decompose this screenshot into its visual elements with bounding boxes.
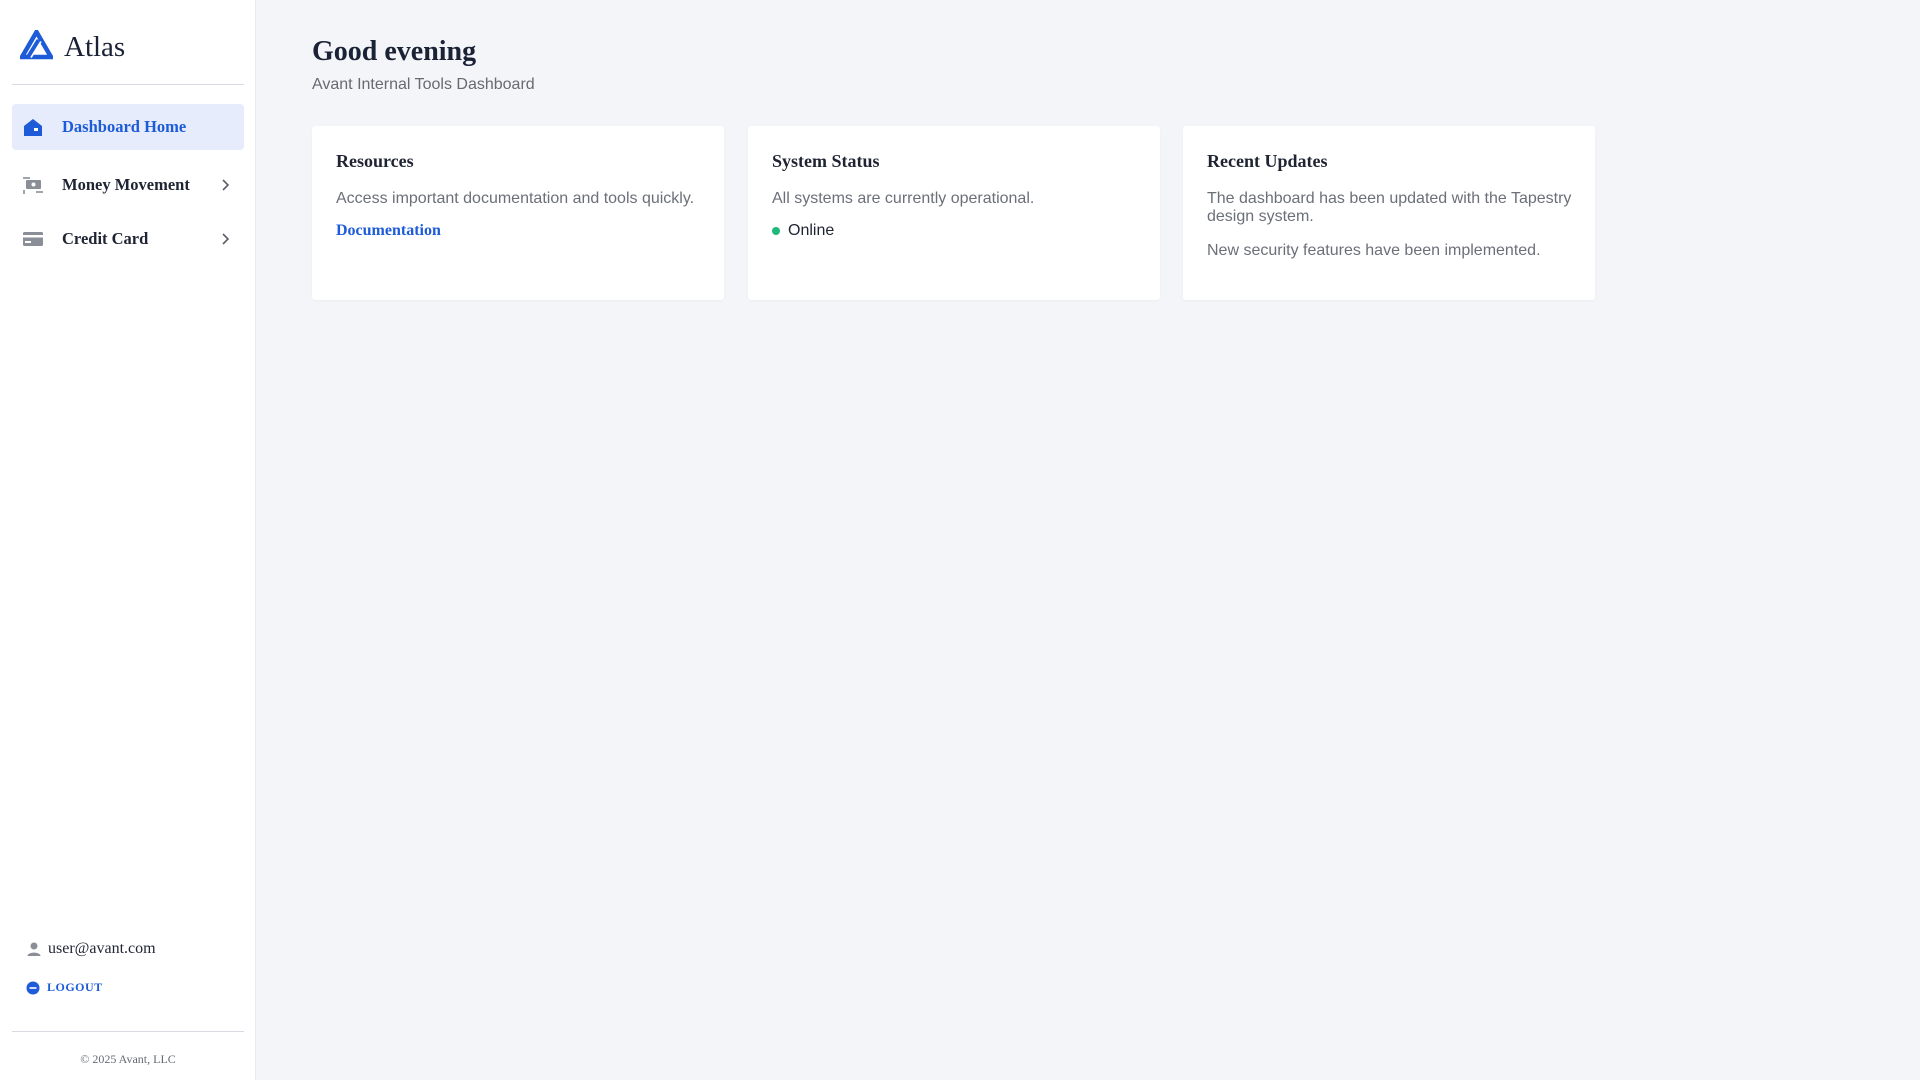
resources-card: Resources Access important documentation… (312, 126, 724, 300)
sidebar-item-label: Credit Card (62, 229, 149, 248)
credit-card-icon (23, 232, 43, 246)
atlas-logo-icon (20, 30, 53, 60)
status-indicator: Online (772, 222, 834, 240)
sidebar-item-label: Dashboard Home (62, 117, 187, 136)
page-title: Good evening (312, 36, 477, 67)
money-transfer-icon (23, 177, 43, 194)
chevron-right-icon (222, 179, 230, 191)
card-title: System Status (772, 151, 880, 171)
documentation-link[interactable]: Documentation (336, 222, 441, 240)
update-item: New security features have been implemen… (1207, 242, 1541, 259)
sidebar-item-dashboard-home[interactable]: Dashboard Home (12, 104, 244, 150)
user-icon (27, 942, 41, 956)
page-subtitle: Avant Internal Tools Dashboard (312, 76, 535, 93)
user-email: user@avant.com (48, 940, 156, 957)
sidebar: Atlas Dashboard Home Money Movement Cred… (0, 0, 256, 1080)
brand-name: Atlas (64, 31, 126, 63)
brand-header: Atlas (12, 0, 244, 85)
sidebar-item-credit-card[interactable]: Credit Card (12, 216, 244, 262)
card-title: Resources (336, 151, 414, 171)
sidebar-divider (12, 1031, 244, 1032)
card-text: Access important documentation and tools… (336, 190, 695, 207)
home-icon (24, 119, 42, 136)
chevron-right-icon (222, 233, 230, 245)
logout-button[interactable]: LOGOUT (26, 980, 103, 995)
card-title: Recent Updates (1207, 151, 1328, 171)
status-dot-icon (772, 227, 780, 235)
card-text: All systems are currently operational. (772, 190, 1035, 207)
sidebar-item-label: Money Movement (62, 175, 190, 194)
recent-updates-card: Recent Updates The dashboard has been up… (1183, 126, 1595, 300)
sidebar-item-money-movement[interactable]: Money Movement (12, 162, 244, 208)
logout-icon (26, 981, 40, 994)
logout-label: LOGOUT (47, 980, 103, 994)
update-item: The dashboard has been updated with the … (1207, 190, 1572, 225)
system-status-card: System Status All systems are currently … (748, 126, 1160, 300)
status-label: Online (788, 222, 835, 239)
user-info: user@avant.com (26, 940, 156, 958)
copyright-text: © 2025 Avant, LLC (80, 1052, 176, 1066)
